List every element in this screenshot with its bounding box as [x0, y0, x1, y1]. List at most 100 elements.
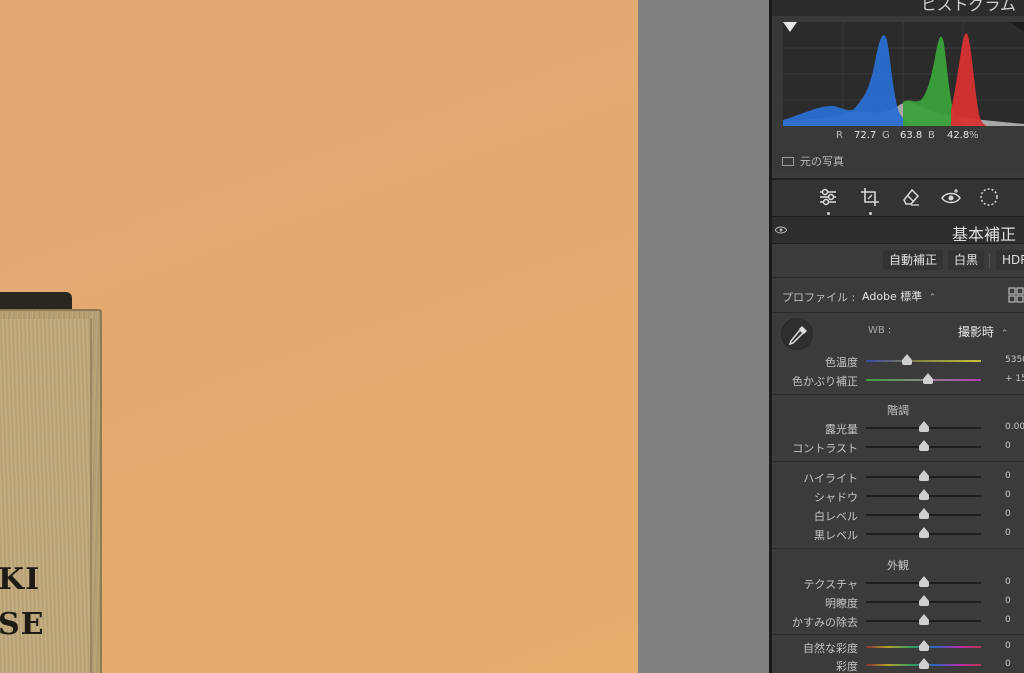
- blacks-track[interactable]: [866, 527, 981, 538]
- bw-button[interactable]: 白黒: [948, 250, 985, 270]
- slider-row-highlights: ハイライト 0: [772, 468, 1024, 486]
- blacks-label: 黒レベル: [814, 529, 858, 542]
- book-text-line-2: SE: [0, 607, 45, 642]
- temp-value[interactable]: 5350: [1005, 355, 1024, 365]
- original-photo-checkbox[interactable]: [782, 156, 794, 166]
- exposure-track[interactable]: [866, 421, 981, 432]
- b-label: B: [928, 130, 935, 141]
- saturation-track[interactable]: [866, 658, 981, 669]
- eye-icon[interactable]: [775, 226, 787, 234]
- slider-row-shadows: シャドウ 0: [772, 487, 1024, 505]
- lightroom-window: KI SE ヒストグラム R 72.7 G 63.8 B 42.8 % 元の写真…: [0, 0, 1024, 673]
- exposure-label: 露光量: [825, 423, 858, 436]
- g-label: G: [882, 130, 890, 141]
- vibrance-label: 自然な彩度: [803, 642, 858, 655]
- dehaze-label: かすみの除去: [792, 616, 858, 629]
- exposure-value[interactable]: 0.00: [1005, 422, 1024, 432]
- original-photo-toggle[interactable]: 元の写真: [782, 153, 844, 169]
- tint-track[interactable]: [866, 373, 981, 384]
- histogram-title: ヒストグラム: [920, 0, 1016, 14]
- slider-row-contrast: コントラスト 0: [772, 438, 1024, 456]
- slider-row-temp: 色温度 5350: [772, 352, 1024, 370]
- wb-dropdown-arrow: ⌃: [1000, 329, 1009, 339]
- temp-label: 色温度: [825, 356, 858, 369]
- highlights-track[interactable]: [866, 470, 981, 481]
- r-label: R: [836, 130, 843, 141]
- mask-icon[interactable]: [978, 186, 1000, 208]
- slider-row-clarity: 明瞭度 0: [772, 593, 1024, 611]
- tone-heading: 階調: [887, 404, 909, 417]
- saturation-value[interactable]: 0: [1005, 659, 1011, 669]
- vibrance-track[interactable]: [866, 640, 981, 651]
- crop-tool-indicator: [869, 212, 872, 215]
- eyedropper-icon: [788, 326, 807, 346]
- slider-row-dehaze: かすみの除去 0: [772, 612, 1024, 630]
- shadows-track[interactable]: [866, 489, 981, 500]
- slider-row-whites: 白レベル 0: [772, 506, 1024, 524]
- contrast-track[interactable]: [866, 440, 981, 451]
- whites-label: 白レベル: [814, 510, 858, 523]
- basic-panel-title: 基本補正: [951, 225, 1016, 244]
- clarity-track[interactable]: [866, 595, 981, 606]
- treatment-row: 自動補正 白黒 HDR: [772, 244, 1024, 278]
- vibrance-value[interactable]: 0: [1005, 641, 1011, 651]
- crop-icon[interactable]: [859, 186, 881, 208]
- original-photo-label: 元の写真: [800, 155, 844, 168]
- slider-row-blacks: 黒レベル 0: [772, 525, 1024, 543]
- profile-select[interactable]: Adobe 標準 ⌃: [862, 288, 936, 304]
- histogram-header[interactable]: ヒストグラム: [772, 0, 1024, 16]
- tint-label: 色かぶり補正: [792, 375, 858, 388]
- auto-button[interactable]: 自動補正: [883, 250, 944, 270]
- whites-value[interactable]: 0: [1005, 509, 1011, 519]
- treatment-separator: [989, 254, 990, 268]
- separator: [772, 634, 1024, 635]
- photo-canvas[interactable]: KI SE: [0, 0, 638, 673]
- develop-panel: ヒストグラム R 72.7 G 63.8 B 42.8 % 元の写真 基本補正 …: [772, 0, 1024, 673]
- basic-panel-header[interactable]: 基本補正: [772, 216, 1024, 244]
- wb-value: 撮影時: [958, 325, 995, 339]
- whites-track[interactable]: [866, 508, 981, 519]
- highlights-value[interactable]: 0: [1005, 471, 1011, 481]
- clarity-label: 明瞭度: [825, 597, 858, 610]
- profile-row: プロファイル : Adobe 標準 ⌃: [772, 279, 1024, 313]
- wb-label: WB :: [868, 325, 892, 336]
- clarity-value[interactable]: 0: [1005, 596, 1011, 606]
- blacks-value[interactable]: 0: [1005, 528, 1011, 538]
- redeye-icon[interactable]: [940, 186, 962, 208]
- dehaze-track[interactable]: [866, 614, 981, 625]
- book-text-line-1: KI: [0, 562, 41, 597]
- saturation-label: 彩度: [836, 660, 858, 673]
- active-tool-indicator: [827, 212, 830, 215]
- presence-heading: 外観: [887, 559, 909, 572]
- wb-select[interactable]: 撮影時 ⌃: [958, 323, 1008, 340]
- separator: [772, 461, 1024, 462]
- g-value: 63.8: [900, 130, 923, 141]
- contrast-value[interactable]: 0: [1005, 441, 1011, 451]
- hdr-button[interactable]: HDR: [996, 250, 1024, 270]
- dehaze-value[interactable]: 0: [1005, 615, 1011, 625]
- slider-row-saturation: 彩度 0: [772, 656, 1024, 673]
- edit-sliders-icon[interactable]: [817, 186, 839, 208]
- wb-eyedropper-button[interactable]: [781, 318, 813, 350]
- r-value: 72.7: [854, 130, 877, 141]
- shadows-label: シャドウ: [814, 491, 858, 504]
- slider-row-tint: 色かぶり補正 + 15: [772, 371, 1024, 389]
- slider-row-exposure: 露光量 0.00: [772, 419, 1024, 437]
- separator: [772, 394, 1024, 395]
- eraser-icon[interactable]: [900, 186, 922, 208]
- book-image: KI SE: [0, 309, 102, 673]
- profile-dropdown-arrow: ⌃: [928, 293, 937, 303]
- percent-sign: %: [969, 130, 979, 141]
- texture-track[interactable]: [866, 576, 981, 587]
- tint-value[interactable]: + 15: [1005, 374, 1024, 384]
- temp-track[interactable]: [866, 354, 981, 365]
- histogram-area: R 72.7 G 63.8 B 42.8 % 元の写真: [772, 16, 1024, 174]
- profile-label: プロファイル :: [782, 291, 856, 304]
- b-value: 42.8: [947, 130, 970, 141]
- texture-value[interactable]: 0: [1005, 577, 1011, 587]
- histogram-chart: [783, 22, 1024, 126]
- shadows-value[interactable]: 0: [1005, 490, 1011, 500]
- highlights-label: ハイライト: [803, 472, 858, 485]
- texture-label: テクスチャ: [803, 578, 858, 591]
- profile-browser-icon[interactable]: [1008, 287, 1024, 303]
